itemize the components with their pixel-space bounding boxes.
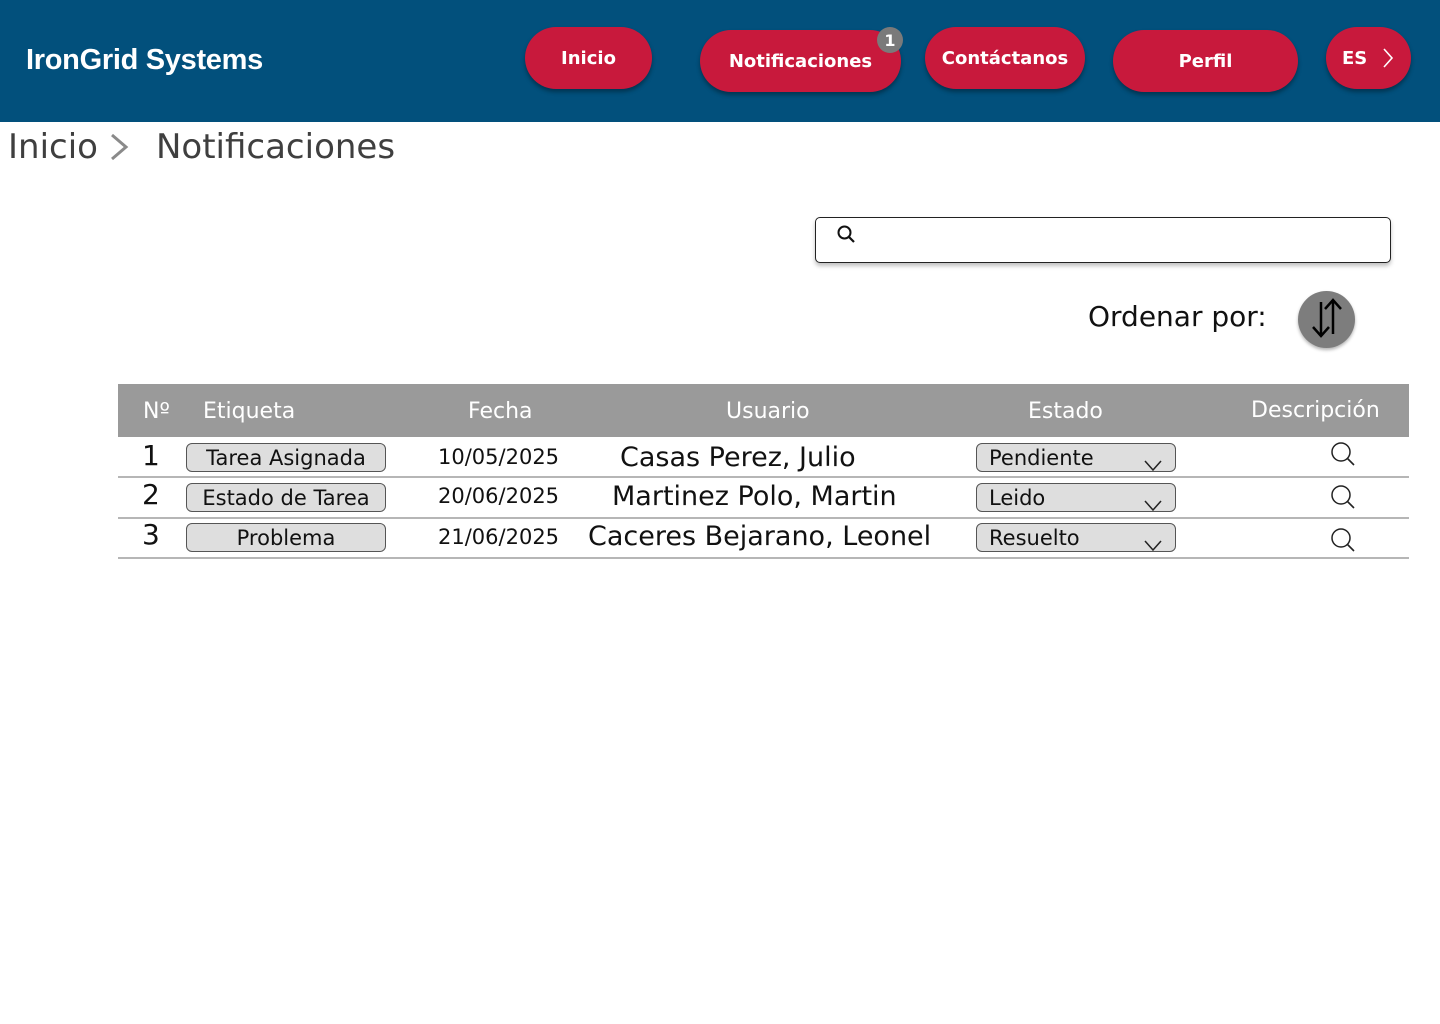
row-user: Martinez Polo, Martin	[612, 481, 897, 512]
column-header-fecha: Fecha	[468, 399, 533, 424]
magnifier-icon[interactable]	[1330, 441, 1356, 471]
chevron-down-icon	[1143, 493, 1163, 517]
breadcrumb: Inicio Notificaciones	[8, 124, 395, 170]
column-header-descripcion: Descripción	[1251, 398, 1380, 423]
sort-button[interactable]	[1298, 291, 1355, 348]
nav-notificaciones-button[interactable]: Notificaciones	[700, 30, 901, 92]
row-user: Casas Perez, Julio	[620, 442, 856, 473]
row-number: 2	[142, 478, 160, 511]
row-user: Caceres Bejarano, Leonel	[588, 521, 932, 552]
search-icon	[836, 224, 856, 248]
chevron-down-icon	[1143, 533, 1163, 557]
column-header-estado: Estado	[1028, 399, 1103, 424]
tag-label[interactable]: Tarea Asignada	[186, 443, 386, 472]
notification-count-badge: 1	[877, 27, 903, 53]
sort-arrows-icon	[1307, 296, 1347, 344]
sort-label: Ordenar por:	[1088, 300, 1267, 333]
status-dropdown[interactable]: Leido	[976, 483, 1176, 512]
tag-label[interactable]: Estado de Tarea	[186, 483, 386, 512]
breadcrumb-home-link[interactable]: Inicio	[8, 127, 98, 167]
row-number: 3	[142, 518, 160, 551]
row-number: 1	[142, 439, 160, 472]
magnifier-icon[interactable]	[1330, 484, 1356, 514]
search-input[interactable]	[866, 226, 1376, 254]
row-date: 20/06/2025	[438, 484, 560, 508]
tag-label[interactable]: Problema	[186, 523, 386, 552]
status-value: Leido	[989, 485, 1046, 510]
status-dropdown[interactable]: Resuelto	[976, 523, 1176, 552]
chevron-right-icon	[108, 132, 130, 162]
top-navigation-bar: IronGrid Systems Inicio Notificaciones 1…	[0, 0, 1440, 122]
column-header-usuario: Usuario	[726, 399, 810, 424]
status-value: Resuelto	[989, 525, 1080, 550]
language-label: ES	[1342, 47, 1368, 69]
chevron-down-icon	[1143, 453, 1163, 477]
column-header-num: Nº	[143, 399, 170, 424]
search-box[interactable]	[815, 217, 1391, 263]
table-row: 1 Tarea Asignada 10/05/2025 Casas Perez,…	[118, 437, 1409, 478]
chevron-right-icon	[1382, 47, 1394, 74]
status-dropdown[interactable]: Pendiente	[976, 443, 1176, 472]
nav-contactanos-button[interactable]: Contáctanos	[925, 27, 1085, 89]
nav-perfil-button[interactable]: Perfil	[1113, 30, 1298, 92]
table-row: 3 Problema 21/06/2025 Caceres Bejarano, …	[118, 518, 1409, 559]
row-date: 10/05/2025	[438, 445, 560, 469]
breadcrumb-current: Notificaciones	[155, 127, 396, 167]
row-date: 21/06/2025	[438, 525, 560, 549]
brand-logo-text: IronGrid Systems	[26, 44, 263, 76]
language-selector-button[interactable]: ES	[1326, 27, 1411, 89]
nav-inicio-button[interactable]: Inicio	[525, 27, 652, 89]
magnifier-icon[interactable]	[1330, 527, 1356, 557]
table-header: Nº Etiqueta Fecha Usuario Estado Descrip…	[118, 384, 1409, 437]
status-value: Pendiente	[989, 445, 1094, 470]
table-row: 2 Estado de Tarea 20/06/2025 Martinez Po…	[118, 478, 1409, 519]
column-header-etiqueta: Etiqueta	[203, 399, 296, 424]
